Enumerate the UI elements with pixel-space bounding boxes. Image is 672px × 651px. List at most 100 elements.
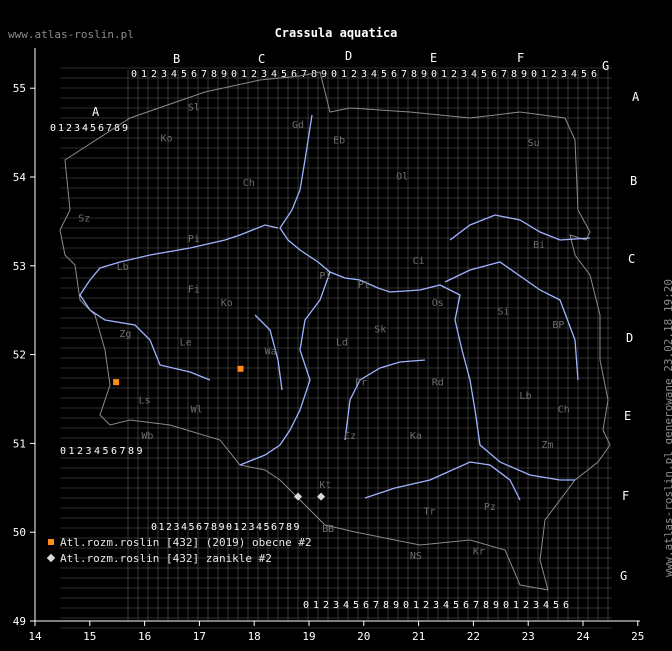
grid-digit: 2 xyxy=(241,522,247,533)
y-tick-label: 54 xyxy=(13,171,27,184)
grid-digit: 6 xyxy=(111,446,117,457)
grid-digit: 4 xyxy=(171,69,177,80)
grid-digit: 1 xyxy=(513,600,519,611)
grid-digit: 5 xyxy=(353,600,359,611)
x-tick-label: 18 xyxy=(248,630,261,643)
region-label: Lb xyxy=(117,262,129,273)
grid-digit: 0 xyxy=(331,69,337,80)
grid-row-letter: G xyxy=(620,569,627,583)
grid-digit: 0 xyxy=(531,69,537,80)
grid-digit: 8 xyxy=(411,69,417,80)
grid-column-letter: D xyxy=(345,49,352,63)
grid-digit: 8 xyxy=(383,600,389,611)
grid-digit: 5 xyxy=(581,69,587,80)
grid-digit: 4 xyxy=(94,446,100,457)
region-label: Ol xyxy=(396,172,408,183)
grid-digit: 6 xyxy=(591,69,597,80)
grid-digit: 4 xyxy=(371,69,377,80)
grid-digit: 0 xyxy=(303,600,309,611)
region-label: Ch xyxy=(243,178,255,189)
grid-digit: 8 xyxy=(286,522,292,533)
legend-recent-label: Atl.rozm.roslin [432] (2019) obecne #2 xyxy=(60,536,312,549)
region-label: NS xyxy=(410,551,422,562)
grid-digit: 2 xyxy=(451,69,457,80)
grid-digit: 0 xyxy=(231,69,237,80)
grid-digit: 6 xyxy=(563,600,569,611)
y-tick-label: 50 xyxy=(13,526,26,539)
region-label: BB xyxy=(322,524,334,535)
grid-digit: 8 xyxy=(211,522,217,533)
x-tick-label: 17 xyxy=(193,630,206,643)
x-tick-label: 21 xyxy=(412,630,425,643)
grid-digit: 0 xyxy=(403,600,409,611)
grid-digit: 6 xyxy=(196,522,202,533)
grid-digit: 6 xyxy=(363,600,369,611)
grid-digit: 1 xyxy=(141,69,147,80)
region-label: Bi xyxy=(533,240,545,251)
generated-note: www.atlas-roslin.pl generowane 23.02.18 … xyxy=(662,278,672,577)
grid-digit: 7 xyxy=(201,69,207,80)
grid-digit: 3 xyxy=(174,522,180,533)
grid-digit: 5 xyxy=(453,600,459,611)
y-tick-label: 53 xyxy=(13,260,26,273)
grid-digit: 6 xyxy=(98,123,104,134)
grid-digit: 3 xyxy=(433,600,439,611)
grid-digit: 5 xyxy=(281,69,287,80)
region-label: Pi xyxy=(188,234,200,245)
grid-digit: 6 xyxy=(271,522,277,533)
grid-row-letter: A xyxy=(632,90,640,104)
grid-digit: 8 xyxy=(128,446,134,457)
x-tick-label: 24 xyxy=(576,630,590,643)
grid-digit: 0 xyxy=(151,522,157,533)
grid-digit: 0 xyxy=(226,522,232,533)
grid-digit: 2 xyxy=(351,69,357,80)
region-labels: Sl Gd Eb Su Ko Ol Ch Sz Pi Ci Bi Lb Pl Pt Fi Ko Os Si BP Sk… xyxy=(78,102,570,561)
region-label: Kt xyxy=(319,480,331,491)
grid-digit: 1 xyxy=(541,69,547,80)
grid-digit: 9 xyxy=(221,69,227,80)
grid-digit: 3 xyxy=(361,69,367,80)
region-label: Pl xyxy=(319,271,331,282)
region-label: Pz xyxy=(484,502,496,513)
grid-digit: 9 xyxy=(122,123,128,134)
x-tick-label: 19 xyxy=(302,630,315,643)
grid-column-letter: G xyxy=(602,59,609,73)
grid-digit: 0 xyxy=(431,69,437,80)
region-label: Ko xyxy=(221,298,233,309)
grid-digit: 1 xyxy=(441,69,447,80)
grid-digit: 2 xyxy=(323,600,329,611)
grid-digit: 9 xyxy=(219,522,225,533)
grid-column-letter: F xyxy=(517,51,524,65)
x-tick-label: 23 xyxy=(522,630,535,643)
region-label: Rd xyxy=(432,378,444,389)
record-extinct xyxy=(294,492,303,501)
region-label: Lb xyxy=(519,391,531,402)
grid-digit: 7 xyxy=(473,600,479,611)
region-label: Pt xyxy=(358,280,370,291)
grid-column-letter: A xyxy=(92,105,100,119)
grid-digit: 5 xyxy=(181,69,187,80)
grid-digit: 5 xyxy=(189,522,195,533)
grid-digit: 7 xyxy=(120,446,126,457)
grid-digit: 9 xyxy=(521,69,527,80)
grid-digit: 1 xyxy=(69,446,75,457)
region-label: Pr xyxy=(355,378,367,389)
grid-digit: 2 xyxy=(523,600,529,611)
grid-digit: 3 xyxy=(161,69,167,80)
x-tick-label: 14 xyxy=(28,630,42,643)
grid-digit: 9 xyxy=(421,69,427,80)
grid-digit: 1 xyxy=(234,522,240,533)
y-tick-label: 49 xyxy=(13,615,26,628)
region-label: Ka xyxy=(410,431,422,442)
grid-digit: 0 xyxy=(50,123,56,134)
grid-digit: 6 xyxy=(191,69,197,80)
grid-digit: 2 xyxy=(251,69,257,80)
grid-digit: 8 xyxy=(483,600,489,611)
grid-digit: 5 xyxy=(553,600,559,611)
grid-digit: 2 xyxy=(66,123,72,134)
grid-row-letter: C xyxy=(628,252,635,266)
record-recent xyxy=(237,365,244,372)
grid-digit: 6 xyxy=(291,69,297,80)
grid-digit: 8 xyxy=(211,69,217,80)
grid-digit: 2 xyxy=(166,522,172,533)
